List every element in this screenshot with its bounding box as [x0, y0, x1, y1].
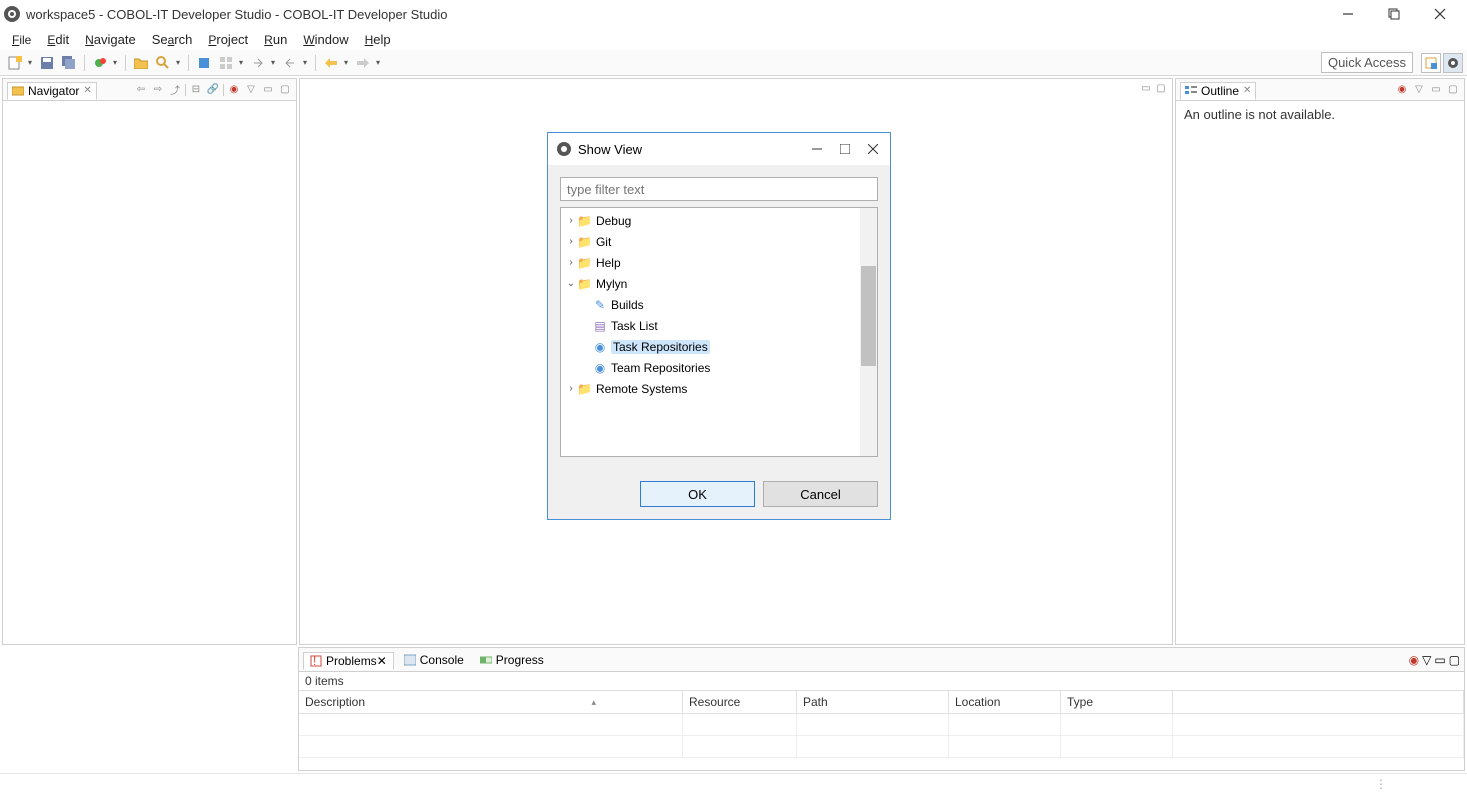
tree-item-debug[interactable]: ›📁Debug	[561, 210, 877, 231]
ok-button[interactable]: OK	[640, 481, 755, 507]
tree-item-mylyn[interactable]: ⌄📁Mylyn	[561, 273, 877, 294]
folder-icon: 📁	[577, 277, 592, 291]
view-tree[interactable]: ›📁Debug ›📁Git ›📁Help ⌄📁Mylyn ✎Builds ▤Ta…	[560, 207, 878, 457]
folder-icon: 📁	[577, 235, 592, 249]
maximize-button[interactable]	[840, 144, 850, 154]
tree-item-remote-systems[interactable]: ›📁Remote Systems	[561, 378, 877, 399]
expand-icon[interactable]: ›	[565, 383, 577, 394]
team-repositories-icon: ◉	[593, 361, 607, 375]
expand-icon[interactable]: ›	[565, 215, 577, 226]
cancel-button[interactable]: Cancel	[763, 481, 878, 507]
tree-item-task-list[interactable]: ▤Task List	[561, 315, 877, 336]
tree-item-git[interactable]: ›📁Git	[561, 231, 877, 252]
dialog-title: Show View	[578, 142, 642, 157]
folder-icon: 📁	[577, 214, 592, 228]
task-list-icon: ▤	[593, 319, 607, 333]
expand-icon[interactable]: ›	[565, 236, 577, 247]
tree-item-help[interactable]: ›📁Help	[561, 252, 877, 273]
task-repositories-icon: ◉	[593, 340, 607, 354]
dialog-titlebar[interactable]: Show View	[548, 133, 890, 165]
folder-icon: 📁	[577, 382, 592, 396]
collapse-icon[interactable]: ⌄	[565, 278, 577, 289]
expand-icon[interactable]: ›	[565, 257, 577, 268]
scrollbar[interactable]	[860, 208, 877, 456]
show-view-dialog: Show View ›📁Debug ›📁Git ›📁Help ⌄📁Mylyn ✎…	[547, 132, 891, 520]
close-button[interactable]	[868, 144, 878, 154]
tree-item-builds[interactable]: ✎Builds	[561, 294, 877, 315]
scrollbar-thumb[interactable]	[861, 266, 876, 366]
tree-item-task-repositories[interactable]: ◉Task Repositories	[561, 336, 877, 357]
builds-icon: ✎	[593, 298, 607, 312]
minimize-button[interactable]	[812, 144, 822, 154]
folder-icon: 📁	[577, 256, 592, 270]
tree-item-team-repositories[interactable]: ◉Team Repositories	[561, 357, 877, 378]
app-icon	[556, 141, 572, 157]
filter-input[interactable]	[560, 177, 878, 201]
